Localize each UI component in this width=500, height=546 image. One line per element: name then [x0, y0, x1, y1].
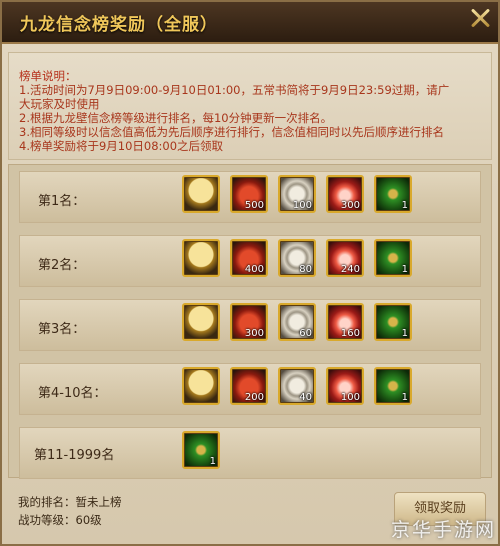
rules-panel: 榜单说明： 1.活动时间为7月9日09:00-9月10日01:00，五常书简将于…	[8, 52, 492, 160]
green-chest-icon[interactable]: 1	[182, 431, 220, 469]
item-count: 300	[340, 200, 360, 211]
reward-tier-row: 第2名： 400 80 240 1	[19, 235, 481, 287]
item-count: 40	[299, 392, 312, 403]
rank-label: 第11-1999名	[34, 448, 115, 463]
green-chest-icon[interactable]: 1	[374, 175, 412, 213]
title-bar: 九龙信念榜奖励（全服）	[2, 2, 498, 44]
reward-tier-row: 第3名： 300 60 160 1	[19, 299, 481, 351]
close-icon[interactable]	[468, 6, 492, 30]
item-count: 240	[340, 264, 360, 275]
rules-line: 2.根据九龙壁信念榜等级进行排名，每10分钟更新一次排名。	[19, 111, 333, 125]
rules-title: 榜单说明：	[19, 69, 77, 83]
item-count: 200	[244, 392, 264, 403]
reward-board: 第1名： 500 100 300 1 第2名： 400 80 240 1 第3名： 300 60 160 1…	[8, 164, 492, 479]
item-count: 160	[340, 328, 360, 339]
green-chest-icon[interactable]: 1	[374, 367, 412, 405]
red-lotus-icon[interactable]: 240	[326, 239, 364, 277]
green-chest-icon[interactable]: 1	[374, 239, 412, 277]
reward-tier-row: 第4-10名： 200 40 100 1	[19, 363, 481, 415]
item-count: 1	[401, 392, 408, 403]
item-count: 80	[299, 264, 312, 275]
red-lotus-icon[interactable]: 300	[326, 175, 364, 213]
item-count: 1	[401, 328, 408, 339]
rules-line: 1.活动时间为7月9日09:00-9月10日01:00，五常书简将于9月9日23…	[19, 83, 450, 97]
window-title: 九龙信念榜奖励（全服）	[20, 15, 218, 35]
red-book-icon[interactable]: 200	[230, 367, 268, 405]
shell-icon[interactable]: 100	[278, 175, 316, 213]
my-rank-text: 我的排名：暂未上榜	[18, 495, 122, 509]
rank-label: 第1名：	[38, 194, 86, 209]
green-chest-icon[interactable]: 1	[374, 303, 412, 341]
red-lotus-icon[interactable]: 100	[326, 367, 364, 405]
item-count: 100	[340, 392, 360, 403]
item-count: 400	[244, 264, 264, 275]
rank-label: 第3名：	[38, 322, 86, 337]
rank-label: 第2名：	[38, 258, 86, 273]
red-book-icon[interactable]: 500	[230, 175, 268, 213]
reward-tier-row: 第11-1999名 1	[19, 427, 481, 479]
item-count: 300	[244, 328, 264, 339]
gold-medal-icon[interactable]	[182, 175, 220, 213]
item-count: 100	[292, 200, 312, 211]
item-count: 500	[244, 200, 264, 211]
rules-line: 4.榜单奖励将于9月10日08:00之后领取	[19, 139, 224, 153]
watermark-text: 京华手游网	[390, 519, 496, 541]
gold-medal-icon[interactable]	[182, 367, 220, 405]
reward-tier-row: 第1名： 500 100 300 1	[19, 171, 481, 223]
reward-window: 九龙信念榜奖励（全服） 榜单说明： 1.活动时间为7月9日09:00-9月10日…	[0, 0, 500, 546]
gold-medal-icon[interactable]	[182, 303, 220, 341]
item-count: 60	[299, 328, 312, 339]
red-book-icon[interactable]: 400	[230, 239, 268, 277]
item-count: 1	[401, 200, 408, 211]
power-level-text: 战功等级：60级	[18, 513, 102, 527]
shell-icon[interactable]: 40	[278, 367, 316, 405]
red-book-icon[interactable]: 300	[230, 303, 268, 341]
item-count: 1	[209, 456, 216, 467]
red-lotus-icon[interactable]: 160	[326, 303, 364, 341]
rank-label: 第4-10名：	[38, 386, 107, 401]
shell-icon[interactable]: 60	[278, 303, 316, 341]
shell-icon[interactable]: 80	[278, 239, 316, 277]
rules-line: 3.相同等级时以信念值高低为先后顺序进行排行，信念值相同时以先后顺序进行排名	[19, 125, 444, 139]
item-count: 1	[401, 264, 408, 275]
rules-line: 大玩家及时使用	[19, 97, 100, 111]
gold-medal-icon[interactable]	[182, 239, 220, 277]
